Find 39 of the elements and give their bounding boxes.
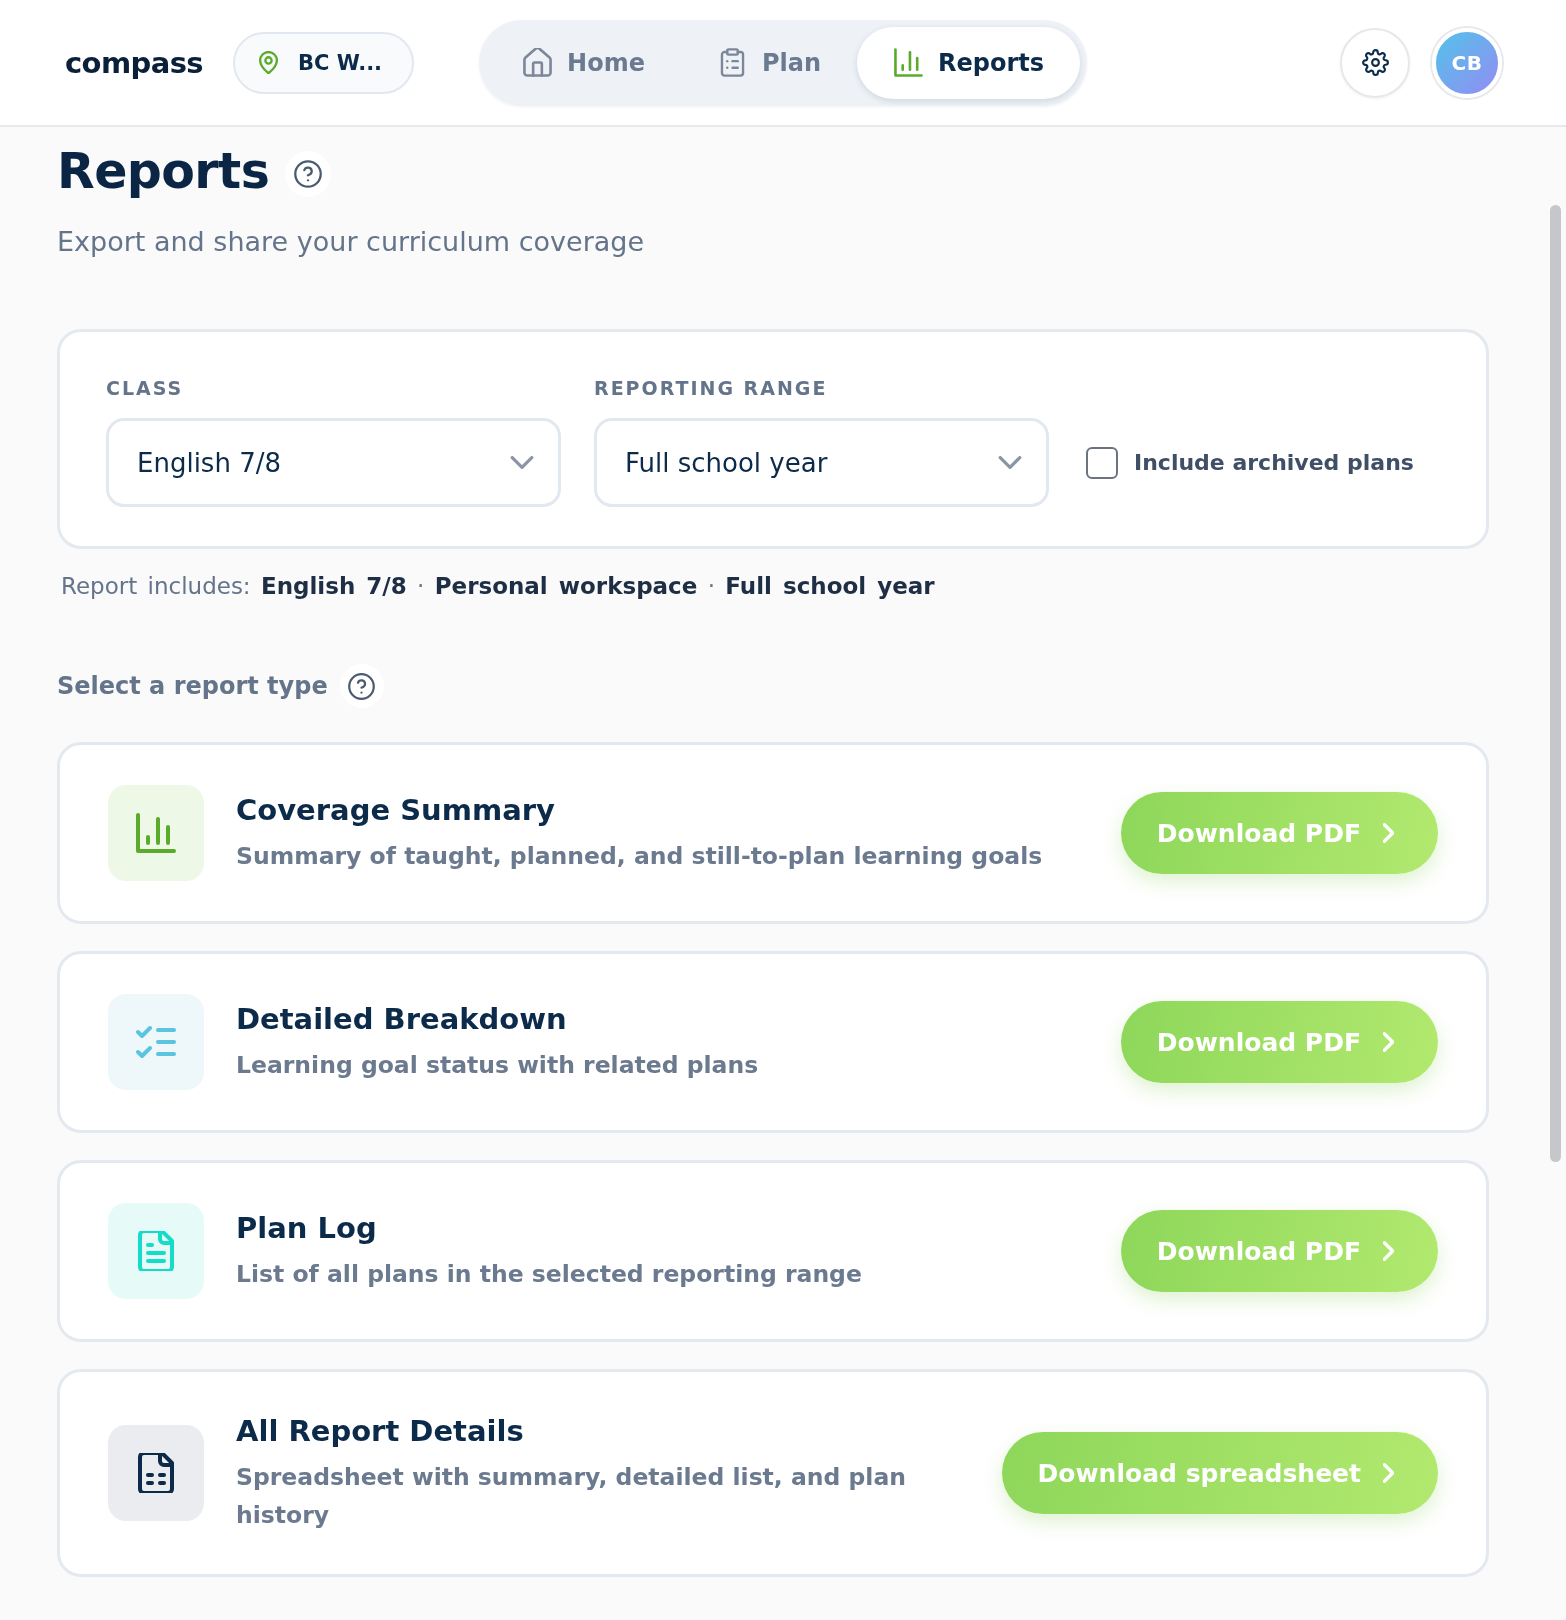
chevron-right-icon xyxy=(1383,1241,1394,1261)
map-pin-icon xyxy=(259,51,278,74)
checkbox[interactable] xyxy=(1086,446,1118,479)
report-title: Coverage Summary xyxy=(236,792,556,829)
report-title: All Report Details xyxy=(236,1413,525,1450)
section-heading: Select a report type xyxy=(57,671,328,702)
home-icon xyxy=(523,48,553,77)
nav-tab[interactable]: Plan xyxy=(680,26,858,99)
checklist-icon xyxy=(108,994,204,1090)
bar-chart-icon xyxy=(108,785,204,881)
checkbox-label[interactable]: Include archived plans xyxy=(1134,450,1414,475)
report-description: Learning goal status with related plans xyxy=(236,1050,760,1081)
document-icon xyxy=(108,1203,204,1299)
logo[interactable]: compass xyxy=(65,45,203,80)
location-button[interactable]: BC W... xyxy=(233,31,415,94)
report-summary: Report includes: English 7/8 · Personal workspace · Full school year xyxy=(61,572,936,601)
class-select[interactable]: English 7/8 xyxy=(106,418,561,507)
report-title: Plan Log xyxy=(236,1210,378,1247)
chevron-right-icon xyxy=(1383,1463,1394,1483)
field-label: REPORTING RANGE xyxy=(594,376,828,400)
avatar-button[interactable]: CB xyxy=(1432,27,1502,98)
chevron-down-icon xyxy=(510,456,534,469)
settings-icon xyxy=(1361,49,1389,76)
chevron-right-icon xyxy=(1383,823,1394,843)
spreadsheet-icon xyxy=(108,1425,204,1521)
report-description: Summary of taught, planned, and still-to-plan learning goals xyxy=(236,841,1044,872)
range-select[interactable]: Full school year xyxy=(594,418,1049,507)
field-label: CLASS xyxy=(106,376,184,400)
page-title: Reports xyxy=(57,142,270,202)
page-subtitle: Export and share your curriculum coverage xyxy=(57,225,646,259)
report-description: Spreadsheet with summary, detailed list, and plan history xyxy=(236,1462,907,1531)
report-title: Detailed Breakdown xyxy=(236,1001,568,1038)
nav-tab[interactable]: Home xyxy=(486,26,681,99)
chevron-right-icon xyxy=(1383,1032,1394,1052)
bar-chart-icon xyxy=(894,48,924,77)
scrollbar-thumb[interactable] xyxy=(1550,205,1561,1162)
nav-tab[interactable]: Reports xyxy=(857,26,1081,99)
report-description: List of all plans in the selected reporting range xyxy=(236,1259,863,1290)
chevron-down-icon xyxy=(998,456,1022,469)
